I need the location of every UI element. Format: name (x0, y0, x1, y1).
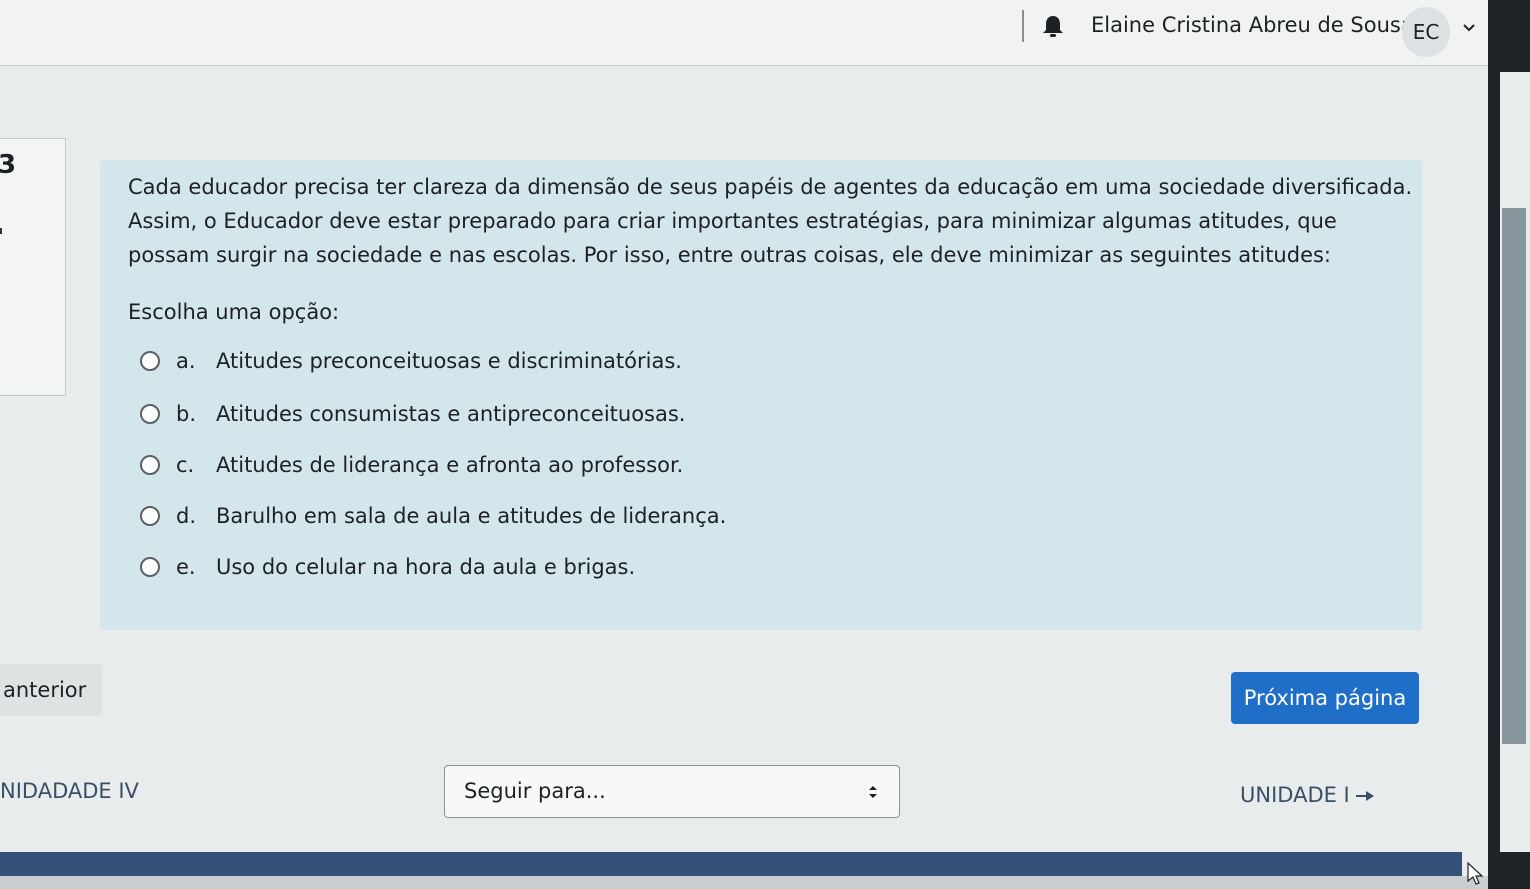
option-d[interactable]: d. Barulho em sala de aula e atitudes de… (140, 501, 726, 531)
option-letter: c. (176, 453, 195, 477)
radio-button[interactable] (140, 506, 160, 526)
select-updown-icon (869, 786, 877, 798)
footer-bar (0, 852, 1462, 876)
radio-button[interactable] (140, 455, 160, 475)
option-label[interactable]: Uso do celular na hora da aula e brigas. (216, 555, 635, 579)
option-letter: e. (176, 555, 196, 579)
option-label[interactable]: Atitudes consumistas e antipreconceituos… (216, 402, 685, 426)
top-navbar: Elaine Cristina Abreu de Sousa EC (0, 0, 1510, 66)
question-text: Cada educador precisa ter clareza da dim… (128, 175, 1413, 267)
option-letter: b. (176, 402, 197, 426)
question-number: 3 (0, 150, 17, 180)
jump-to-select[interactable]: Seguir para... (444, 765, 900, 818)
chevron-down-icon[interactable] (1462, 22, 1476, 34)
option-letter: d. (176, 504, 197, 528)
option-letter: a. (176, 349, 196, 373)
radio-button[interactable] (140, 557, 160, 577)
bell-icon[interactable] (1042, 14, 1064, 38)
mouse-cursor-icon (1467, 862, 1484, 885)
option-c[interactable]: c. Atitudes de liderança e afronta ao pr… (140, 450, 683, 480)
option-label[interactable]: Barulho em sala de aula e atitudes de li… (216, 504, 726, 528)
scrollbar-thumb[interactable] (1502, 208, 1526, 744)
avatar[interactable]: EC (1402, 7, 1450, 57)
radio-button[interactable] (140, 351, 160, 371)
user-name[interactable]: Elaine Cristina Abreu de Sousa (1091, 13, 1414, 37)
option-e[interactable]: e. Uso do celular na hora da aula e brig… (140, 552, 635, 582)
option-b[interactable]: b. Atitudes consumistas e antipreconceit… (140, 399, 685, 429)
navbar-divider (1022, 10, 1024, 42)
option-label[interactable]: Atitudes de liderança e afronta ao profe… (216, 453, 683, 477)
question-flag-mark (0, 228, 2, 234)
previous-page-button[interactable]: anterior (0, 664, 102, 716)
footer-bottom (0, 876, 1488, 889)
option-a[interactable]: a. Atitudes preconceituosas e discrimina… (140, 346, 682, 376)
next-page-button[interactable]: Próxima página (1231, 672, 1419, 724)
radio-button[interactable] (140, 404, 160, 424)
option-label[interactable]: Atitudes preconceituosas e discriminatór… (216, 349, 682, 373)
arrow-right-icon[interactable] (1356, 790, 1376, 802)
next-activity-link[interactable]: UNIDADE I (1240, 783, 1350, 807)
answer-prompt: Escolha uma opção: (128, 300, 340, 324)
previous-activity-link[interactable]: NIDADADE IV (0, 779, 139, 803)
